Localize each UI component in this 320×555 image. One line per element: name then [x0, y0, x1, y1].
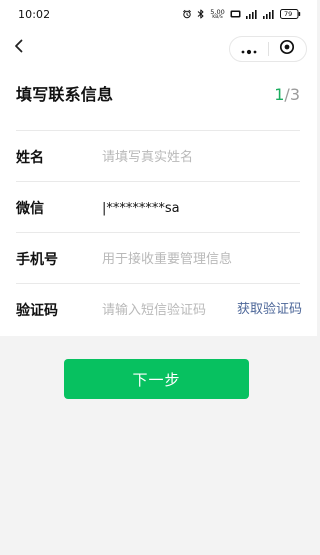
- status-time: 10:02: [18, 7, 51, 21]
- verification-row: 验证码 获取验证码: [16, 283, 302, 334]
- close-mini-program-button[interactable]: [268, 37, 306, 61]
- wechat-input[interactable]: [102, 194, 300, 222]
- more-button[interactable]: [230, 37, 268, 61]
- get-verification-code-link[interactable]: 获取验证码: [237, 296, 302, 324]
- contact-info-page: 10:02 5.00 KB/S 79 填写联系信息 1 / 3 姓名 请填写真实…: [0, 0, 317, 555]
- battery-icon: 79: [280, 9, 301, 19]
- alarm-icon: [182, 8, 192, 20]
- status-icons: 5.00 KB/S 79: [182, 8, 301, 20]
- navigation-bar: [0, 34, 317, 62]
- form-panel: 10:02 5.00 KB/S 79 填写联系信息 1 / 3 姓名 请填写真实…: [0, 0, 317, 336]
- phone-label: 手机号: [16, 252, 58, 268]
- wechat-label: 微信: [16, 201, 44, 217]
- contact-form: 姓名 微信 手机号 验证码 获取验证码: [16, 130, 302, 334]
- signal-icon: [246, 8, 258, 20]
- name-label: 姓名: [16, 150, 44, 166]
- hd-badge-icon: [230, 8, 241, 20]
- phone-row: 手机号: [16, 232, 300, 283]
- chevron-left-icon: [12, 38, 26, 58]
- verification-code-input[interactable]: [102, 296, 228, 324]
- record-circle-icon: [278, 38, 296, 60]
- next-step-button[interactable]: 下一步: [64, 359, 249, 399]
- status-bar: 10:02 5.00 KB/S 79: [0, 0, 317, 28]
- signal-secondary-icon: [263, 8, 275, 20]
- step-indicator: 1 / 3: [274, 84, 300, 106]
- ellipsis-icon: [239, 40, 259, 59]
- battery-level: 79: [284, 10, 293, 18]
- current-step: 1: [274, 85, 285, 104]
- page-title: 填写联系信息: [16, 85, 114, 104]
- mini-program-menu-capsule: [229, 36, 307, 62]
- total-steps: 3: [289, 85, 300, 104]
- wechat-row: 微信: [16, 181, 300, 232]
- network-speed-indicator: 5.00 KB/S: [210, 8, 225, 20]
- name-input[interactable]: [102, 143, 300, 171]
- back-button[interactable]: [8, 36, 30, 60]
- network-speed-unit: KB/S: [212, 14, 223, 20]
- phone-input[interactable]: [102, 245, 300, 273]
- name-row: 姓名: [16, 130, 300, 181]
- bluetooth-icon: [197, 8, 205, 20]
- verification-label: 验证码: [16, 303, 58, 319]
